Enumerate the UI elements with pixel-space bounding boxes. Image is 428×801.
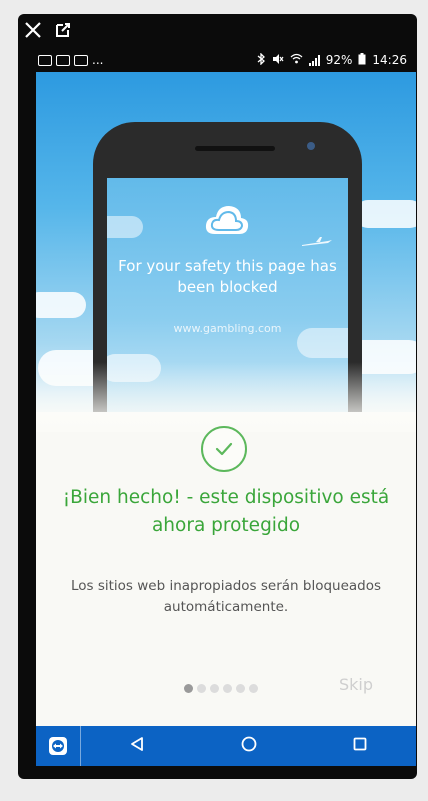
status-bar: ... 92% 14:26 <box>30 49 413 71</box>
clock: 14:26 <box>372 53 407 67</box>
screenshot-frame: ... 92% 14:26 For your safety this page … <box>0 0 428 801</box>
mute-icon <box>272 53 284 68</box>
notification-image-icon <box>56 54 70 66</box>
signal-icon <box>308 54 320 66</box>
success-subtext: Los sitios web inapropiados serán bloque… <box>70 578 382 615</box>
cloud-decoration <box>36 292 86 318</box>
teamviewer-icon[interactable] <box>36 726 81 766</box>
battery-icon <box>358 52 366 68</box>
bluetooth-icon <box>257 51 266 68</box>
notification-icons: ... <box>30 53 103 67</box>
onboarding-screen: For your safety this page has been block… <box>36 72 416 726</box>
top-tools <box>22 16 92 44</box>
back-icon <box>129 736 145 756</box>
page-dot[interactable] <box>184 684 193 693</box>
airplane-icon <box>302 234 332 253</box>
blocked-message: For your safety this page has been block… <box>118 257 337 296</box>
page-dot[interactable] <box>210 684 219 693</box>
back-button[interactable] <box>81 726 193 766</box>
wifi-icon <box>290 53 303 67</box>
system-icons: 92% 14:26 <box>257 51 413 68</box>
page-dot[interactable] <box>236 684 245 693</box>
page-dot[interactable] <box>197 684 206 693</box>
home-button[interactable] <box>193 726 305 766</box>
cloud-icon <box>203 200 251 240</box>
page-indicator <box>184 684 258 693</box>
phone-speaker <box>195 146 275 151</box>
cloud-decoration <box>107 216 143 238</box>
page-dot[interactable] <box>223 684 232 693</box>
home-icon <box>241 736 257 756</box>
skip-button[interactable]: Skip <box>339 675 373 694</box>
battery-level: 92% <box>325 53 353 67</box>
cloud-decoration <box>354 200 416 228</box>
close-icon[interactable] <box>22 19 44 41</box>
recents-button[interactable] <box>304 726 416 766</box>
blocked-url: www.gambling.com <box>173 322 282 335</box>
notification-image-icon <box>38 54 52 66</box>
notification-image-icon <box>74 54 88 66</box>
navigation-bar <box>36 726 416 766</box>
notification-more: ... <box>92 53 104 67</box>
phone-camera <box>307 142 315 150</box>
external-window-icon[interactable] <box>52 19 74 41</box>
check-icon <box>201 426 247 472</box>
success-headline: ¡Bien hecho! - este dispositivo está aho… <box>62 487 390 536</box>
page-dot[interactable] <box>249 684 258 693</box>
recents-icon <box>352 736 368 756</box>
